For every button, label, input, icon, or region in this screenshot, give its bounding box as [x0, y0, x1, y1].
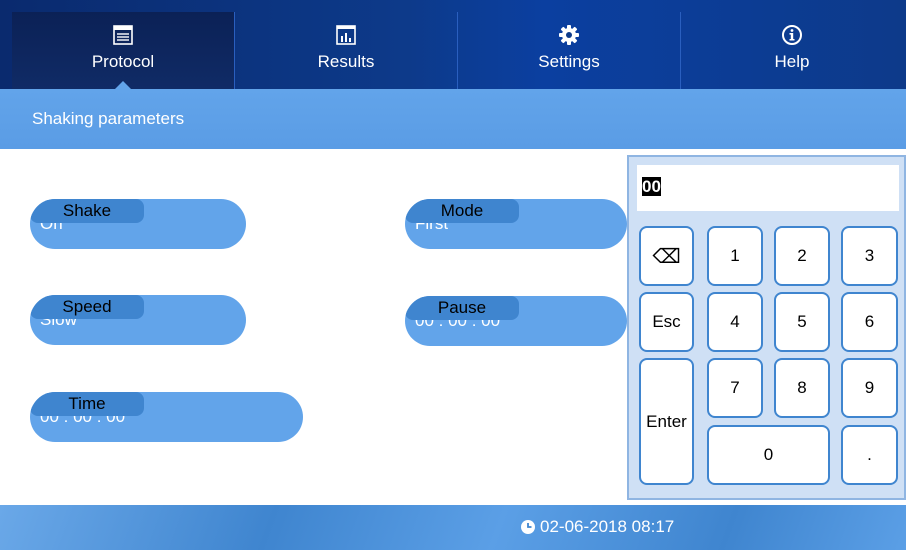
tab-protocol[interactable]: Protocol [12, 12, 234, 90]
datetime-text: 02-06-2018 08:17 [540, 517, 675, 536]
key-5[interactable]: 5 [774, 292, 830, 352]
shake-field[interactable]: Shake On [30, 199, 246, 249]
pause-label: Pause [405, 296, 519, 320]
key-8[interactable]: 8 [774, 358, 830, 418]
time-label: Time [30, 392, 144, 416]
key-1[interactable]: 1 [707, 226, 763, 286]
tab-help-label: Help [774, 52, 810, 71]
datetime-display: 02-06-2018 08:17 [520, 517, 674, 537]
info-icon [782, 25, 802, 45]
key-4[interactable]: 4 [707, 292, 763, 352]
active-tab-indicator [114, 81, 132, 90]
speed-field[interactable]: Speed Slow [30, 295, 246, 345]
shake-label: Shake [30, 199, 144, 223]
key-6[interactable]: 6 [841, 292, 898, 352]
decimal-point-key[interactable]: . [841, 425, 898, 485]
key-2[interactable]: 2 [774, 226, 830, 286]
esc-key[interactable]: Esc [639, 292, 694, 352]
key-9[interactable]: 9 [841, 358, 898, 418]
pause-field[interactable]: Pause 00 : 00 : 00 [405, 296, 627, 346]
time-field[interactable]: Time 00 : 00 : 00 [30, 392, 303, 442]
key-0[interactable]: 0 [707, 425, 830, 485]
mode-label: Mode [405, 199, 519, 223]
tab-results-label: Results [317, 52, 375, 71]
keypad-display-value: 00 [642, 177, 661, 196]
keypad-display: 00 [637, 165, 899, 211]
tab-settings[interactable]: Settings [458, 12, 680, 90]
key-7[interactable]: 7 [707, 358, 763, 418]
tab-help[interactable]: Help [681, 12, 903, 90]
status-footer: 02-06-2018 08:17 [0, 505, 906, 550]
protocol-icon [113, 25, 133, 45]
tab-results[interactable]: Results [235, 12, 457, 90]
section-header: Shaking parameters [0, 89, 906, 149]
key-3[interactable]: 3 [841, 226, 898, 286]
top-navigation: Protocol Results Settings Help [0, 0, 906, 98]
tab-protocol-label: Protocol [91, 52, 155, 71]
tab-settings-label: Settings [538, 52, 600, 71]
gear-icon [559, 25, 579, 45]
backspace-key[interactable]: ⌫ [639, 226, 694, 286]
mode-field[interactable]: Mode First [405, 199, 627, 249]
section-title: Shaking parameters [32, 109, 185, 128]
speed-label: Speed [30, 295, 144, 319]
results-icon [336, 25, 356, 45]
numeric-keypad: 00 ⌫ 1 2 3 Esc 4 5 6 Enter 7 8 9 0 . [627, 155, 906, 500]
enter-key[interactable]: Enter [639, 358, 694, 485]
clock-icon [521, 520, 535, 534]
